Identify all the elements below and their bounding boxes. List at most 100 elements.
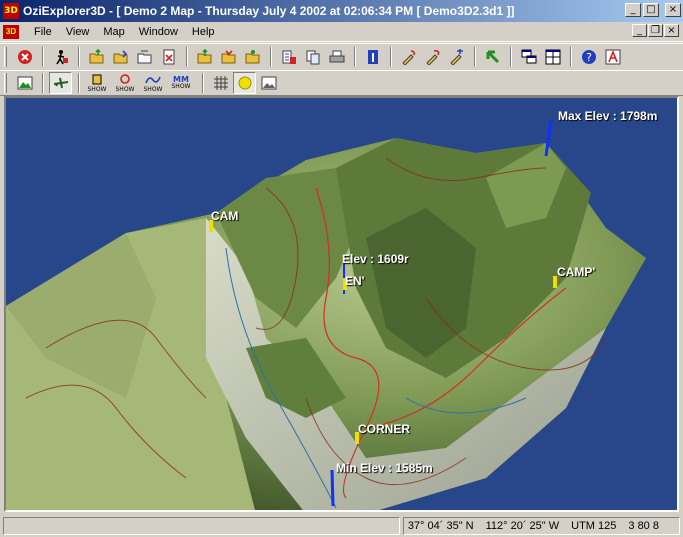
main-toolbar: ?: [0, 43, 683, 71]
max-elev-label: Max Elev : 1798m: [558, 109, 658, 123]
image-icon: [261, 76, 276, 90]
show-label: SHOW: [171, 83, 191, 90]
open-folder-white-icon: [137, 50, 151, 64]
folder-arrow-icon: [113, 50, 127, 64]
move-button[interactable]: [481, 46, 504, 68]
copy-button[interactable]: [301, 46, 324, 68]
print-button[interactable]: [325, 46, 348, 68]
elev-label: Elev : 1609r: [342, 252, 409, 266]
status-bar: 37° 04´ 35" N 112° 20´ 25" W UTM 125 3 8…: [0, 514, 683, 537]
status-utm-zone: UTM 125: [571, 519, 617, 532]
open-folder-icon: [89, 49, 103, 64]
about-button[interactable]: [601, 46, 624, 68]
show-label: SHOW: [143, 85, 163, 93]
cascade-windows-button[interactable]: [517, 46, 540, 68]
load-waypoints-button[interactable]: [193, 46, 216, 68]
view-toolbar: SHOW SHOW SHOW MM SHOW: [0, 70, 683, 96]
child-window-controls: _ ❐ ×: [632, 24, 679, 37]
open-file-button[interactable]: [109, 46, 132, 68]
mm-label: MM: [173, 75, 189, 84]
status-easting: 3 80 8: [628, 519, 659, 532]
picture-icon: [17, 76, 32, 90]
app-window: 3D OziExplorer3D - [ Demo 2 Map - Thursd…: [0, 0, 683, 537]
close-button[interactable]: ×: [665, 3, 681, 17]
show-tracks-button[interactable]: SHOW: [141, 72, 165, 94]
app-icon[interactable]: 3D: [3, 3, 19, 19]
image-export-button[interactable]: [257, 72, 280, 94]
show-events-button[interactable]: SHOW: [113, 72, 137, 94]
grid-icon: [213, 76, 228, 90]
folder-event-icon: [245, 50, 259, 64]
terrain-canvas[interactable]: [6, 98, 679, 512]
show-label: SHOW: [115, 85, 135, 93]
tile-windows-button[interactable]: [541, 46, 564, 68]
stop-button[interactable]: [13, 46, 36, 68]
waypoint-tool-button[interactable]: [397, 46, 420, 68]
menu-window[interactable]: Window: [132, 26, 185, 38]
waypoint-label-corner[interactable]: CORNER: [358, 422, 410, 436]
menu-map[interactable]: Map: [96, 26, 131, 38]
copy-icon: [306, 50, 319, 65]
load-events-button[interactable]: [241, 46, 264, 68]
cascade-icon: [521, 49, 536, 64]
save-button[interactable]: [133, 46, 156, 68]
waypoint-label-cam[interactable]: CAM: [211, 209, 238, 223]
track-pen-icon: [425, 50, 439, 65]
grid-button[interactable]: [209, 72, 232, 94]
show-label: SHOW: [87, 85, 107, 93]
help-icon: ?: [581, 50, 596, 64]
show-map-marks-button[interactable]: MM SHOW: [169, 72, 193, 94]
tile-icon: [545, 49, 560, 65]
sun-button[interactable]: [233, 72, 256, 94]
folder-track-icon: [221, 50, 235, 64]
window-title: OziExplorer3D - [ Demo 2 Map - Thursday …: [23, 4, 515, 18]
track-tool-button[interactable]: [421, 46, 444, 68]
print-setup-button[interactable]: [277, 46, 300, 68]
help-button[interactable]: ?: [577, 46, 600, 68]
printer-icon: [329, 50, 344, 63]
track-line-icon: [145, 76, 161, 83]
open-map-button[interactable]: [85, 46, 108, 68]
sun-icon: [238, 76, 251, 90]
info-icon: [367, 50, 378, 64]
load-tracks-button[interactable]: [217, 46, 240, 68]
toolbar-grip-2[interactable]: [4, 73, 7, 93]
event-circle-icon: [120, 73, 130, 84]
fly-mode-button[interactable]: [49, 72, 72, 94]
walker-icon: [55, 50, 68, 65]
route-tool-button[interactable]: [445, 46, 468, 68]
map-3d-view[interactable]: Max Elev : 1798m Min Elev : 1585m Elev :…: [4, 96, 679, 512]
close-map-button[interactable]: [157, 46, 180, 68]
child-window-icon[interactable]: 3D: [3, 24, 19, 39]
maximize-button[interactable]: □: [643, 3, 659, 17]
arrow-up-left-icon: [486, 50, 499, 64]
show-waypoints-button[interactable]: SHOW: [85, 72, 109, 94]
svg-text:?: ?: [586, 51, 592, 64]
menu-file[interactable]: File: [27, 26, 59, 38]
status-coordinates-pane: 37° 04´ 35" N 112° 20´ 25" W UTM 125 3 8…: [402, 516, 680, 535]
minimize-button[interactable]: _: [625, 3, 641, 17]
map-image-button[interactable]: [13, 72, 36, 94]
waypoint-pen-icon: [401, 50, 415, 65]
status-message-pane: [3, 516, 400, 535]
navigate-button[interactable]: [49, 46, 72, 68]
route-pen-icon: [449, 49, 463, 65]
folder-up-icon: [197, 49, 211, 64]
info-button[interactable]: [361, 46, 384, 68]
menu-bar: 3D File View Map Window Help _ ❐ ×: [0, 22, 683, 42]
plane-icon: [53, 77, 68, 89]
child-restore-button[interactable]: ❐: [648, 24, 663, 37]
min-elev-marker: [330, 469, 335, 507]
status-longitude: 112° 20´ 25" W: [485, 519, 560, 532]
title-bar[interactable]: 3D OziExplorer3D - [ Demo 2 Map - Thursd…: [0, 0, 683, 22]
toolbar-grip[interactable]: [4, 47, 7, 67]
waypoint-label-en[interactable]: EN': [345, 274, 365, 288]
menu-help[interactable]: Help: [185, 26, 222, 38]
about-icon: [605, 49, 620, 65]
waypoint-label-camp[interactable]: CAMP': [557, 265, 595, 279]
child-close-button[interactable]: ×: [664, 24, 679, 37]
menu-view[interactable]: View: [59, 26, 97, 38]
child-minimize-button[interactable]: _: [632, 24, 647, 37]
min-elev-label: Min Elev : 1585m: [336, 461, 433, 475]
status-latitude: 37° 04´ 35" N: [407, 519, 474, 532]
